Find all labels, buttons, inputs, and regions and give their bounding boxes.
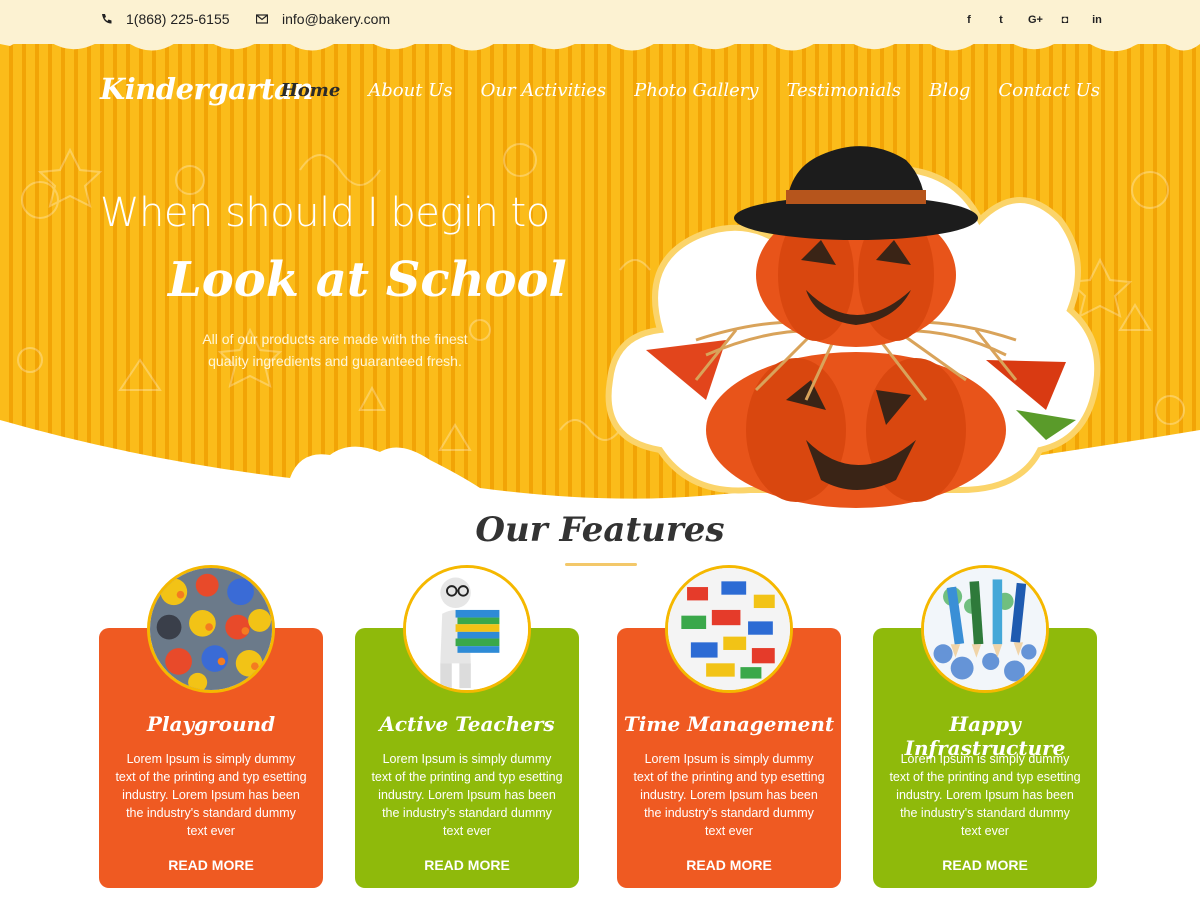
read-more-button[interactable]: READ MORE xyxy=(873,857,1097,873)
features-title: Our Features xyxy=(475,510,725,550)
nav-contact-us[interactable]: Contact Us xyxy=(998,80,1100,101)
feature-card-title: Active Teachers xyxy=(379,712,555,736)
read-more-button[interactable]: READ MORE xyxy=(617,857,841,873)
nav-about-us[interactable]: About Us xyxy=(368,80,452,101)
envelope-icon xyxy=(256,14,268,24)
nav-blog[interactable]: Blog xyxy=(929,80,970,101)
colored-pencils-image xyxy=(921,565,1049,693)
feature-card-title: Time Management xyxy=(623,712,835,736)
pumpkin-image xyxy=(646,146,1076,508)
nav-home[interactable]: Home xyxy=(281,80,341,101)
nav-testimonials[interactable]: Testimonials xyxy=(787,80,901,101)
top-bar: 1(868) 225-6155 info@bakery.com f t G+ ◘… xyxy=(0,0,1200,44)
phone-icon xyxy=(102,14,112,24)
read-more-button[interactable]: READ MORE xyxy=(99,857,323,873)
nav-our-activities[interactable]: Our Activities xyxy=(481,80,607,101)
hero-heading: When should I begin to xyxy=(100,190,550,236)
twitter-icon[interactable]: t xyxy=(996,14,1006,26)
teacher-with-books-image xyxy=(403,565,531,693)
feature-card-text: Lorem Ipsum is simply dummy text of the … xyxy=(633,752,825,838)
email-address: info@bakery.com xyxy=(282,11,391,27)
main-nav: Home About Us Our Activities Photo Galle… xyxy=(281,80,1100,101)
phone-number: 1(868) 225-6155 xyxy=(126,11,230,27)
phone-contact[interactable]: 1(868) 225-6155 xyxy=(100,11,230,27)
lego-blocks-image xyxy=(665,565,793,693)
social-links: f t G+ ◘ in xyxy=(964,14,1102,26)
rubber-ducks-image xyxy=(147,565,275,693)
feature-card-text: Lorem Ipsum is simply dummy text of the … xyxy=(889,752,1081,838)
features-title-underline xyxy=(565,563,637,566)
facebook-icon[interactable]: f xyxy=(964,14,974,26)
instagram-icon[interactable]: ◘ xyxy=(1060,14,1070,26)
linkedin-icon[interactable]: in xyxy=(1092,14,1102,26)
read-more-button[interactable]: READ MORE xyxy=(355,857,579,873)
nav-photo-gallery[interactable]: Photo Gallery xyxy=(634,80,758,101)
hero-highlight: Look at School xyxy=(168,252,567,308)
page: 1(868) 225-6155 info@bakery.com f t G+ ◘… xyxy=(0,0,1200,900)
hero-subtitle: All of our products are made with the fi… xyxy=(202,331,468,369)
feature-card-text: Lorem Ipsum is simply dummy text of the … xyxy=(371,752,563,838)
email-contact[interactable]: info@bakery.com xyxy=(256,11,390,27)
google-plus-icon[interactable]: G+ xyxy=(1028,14,1043,26)
feature-card-title: Playground xyxy=(146,712,276,736)
feature-card-text: Lorem Ipsum is simply dummy text of the … xyxy=(115,752,307,838)
